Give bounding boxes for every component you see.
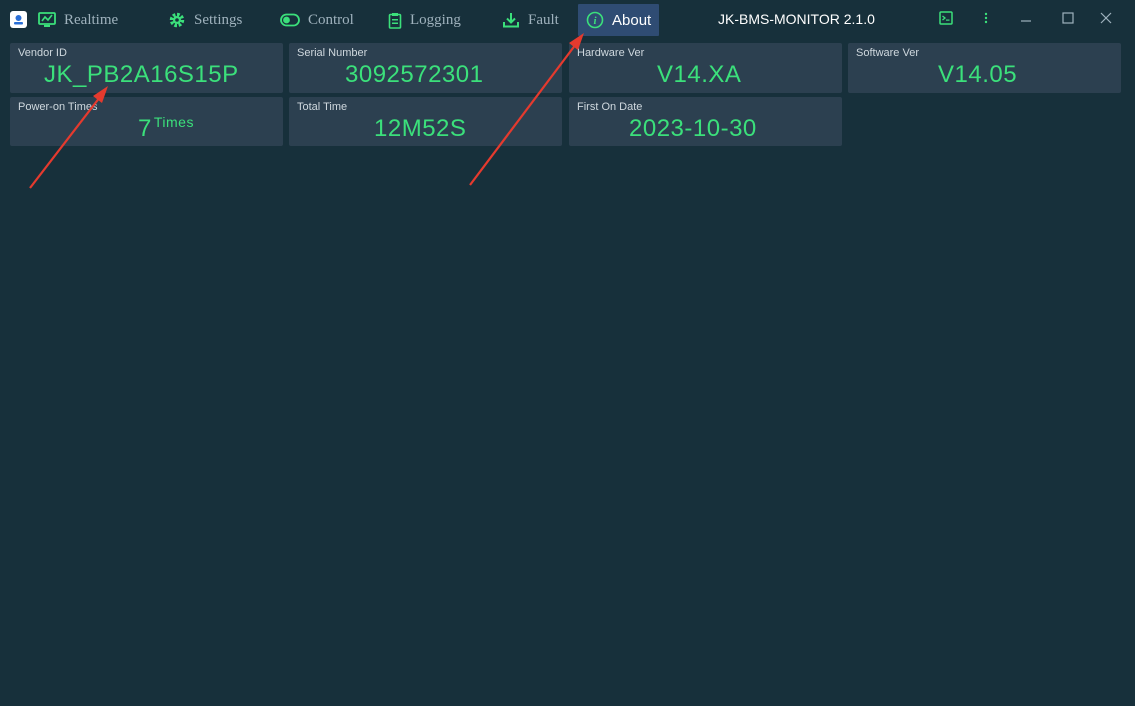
power-on-times-number: 7 — [138, 115, 152, 142]
title-bar: Realtime Settings Control Logging Fault … — [0, 0, 1135, 40]
vendor-id-card: Vendor ID JK_PB2A16S15P — [10, 43, 283, 93]
tab-fault-label: Fault — [528, 11, 559, 28]
app-title: JK-BMS-MONITOR 2.1.0 — [718, 11, 875, 27]
vendor-id-value: JK_PB2A16S15P — [44, 61, 239, 88]
gear-icon — [168, 11, 186, 29]
close-button[interactable] — [1094, 8, 1118, 32]
serial-number-value: 3092572301 — [345, 61, 484, 88]
software-ver-card: Software Ver V14.05 — [848, 43, 1121, 93]
more-button[interactable] — [978, 8, 994, 32]
vendor-id-label: Vendor ID — [18, 47, 67, 59]
download-icon — [502, 12, 520, 28]
power-on-times-value: 7 Times — [138, 114, 194, 143]
toggle-icon — [280, 13, 300, 27]
serial-number-label: Serial Number — [297, 47, 368, 59]
power-on-times-unit: Times — [153, 114, 194, 130]
maximize-button[interactable] — [1056, 8, 1080, 32]
tab-about[interactable]: i About — [578, 4, 660, 36]
terminal-button[interactable] — [936, 8, 956, 32]
tab-settings[interactable]: Settings — [168, 4, 242, 36]
total-time-value: 12M52S — [374, 115, 467, 142]
more-vertical-icon — [984, 11, 988, 30]
software-ver-label: Software Ver — [856, 47, 919, 59]
monitor-icon — [38, 12, 56, 28]
tab-fault[interactable]: Fault — [502, 4, 559, 36]
tab-realtime[interactable]: Realtime — [38, 4, 118, 36]
power-on-times-card: Power-on Times 7 Times — [10, 97, 283, 146]
app-logo-icon — [10, 11, 27, 28]
serial-number-card: Serial Number 3092572301 — [289, 43, 562, 93]
tab-control[interactable]: Control — [280, 4, 354, 36]
hardware-ver-card: Hardware Ver V14.XA — [569, 43, 842, 93]
total-time-card: Total Time 12M52S — [289, 97, 562, 146]
total-time-label: Total Time — [297, 101, 348, 113]
hardware-ver-label: Hardware Ver — [577, 47, 645, 59]
terminal-icon — [939, 10, 953, 30]
app-window: Realtime Settings Control Logging Fault … — [0, 0, 1135, 706]
hardware-ver-value: V14.XA — [657, 61, 742, 88]
software-ver-value: V14.05 — [938, 61, 1018, 88]
minimize-icon — [1020, 11, 1032, 29]
first-on-date-value: 2023-10-30 — [629, 115, 757, 142]
tab-control-label: Control — [308, 11, 354, 28]
first-on-date-card: First On Date 2023-10-30 — [569, 97, 842, 146]
info-icon: i — [586, 11, 604, 29]
svg-text:i: i — [593, 15, 597, 27]
tab-logging[interactable]: Logging — [388, 4, 461, 36]
close-icon — [1100, 11, 1112, 29]
tab-settings-label: Settings — [194, 11, 243, 28]
power-on-times-label: Power-on Times — [18, 101, 98, 113]
tab-realtime-label: Realtime — [64, 11, 119, 28]
minimize-button[interactable] — [1014, 8, 1038, 32]
maximize-icon — [1062, 11, 1074, 29]
clipboard-icon — [388, 12, 402, 29]
tab-logging-label: Logging — [410, 11, 461, 28]
tab-about-label: About — [612, 11, 652, 29]
first-on-date-label: First On Date — [577, 101, 643, 113]
